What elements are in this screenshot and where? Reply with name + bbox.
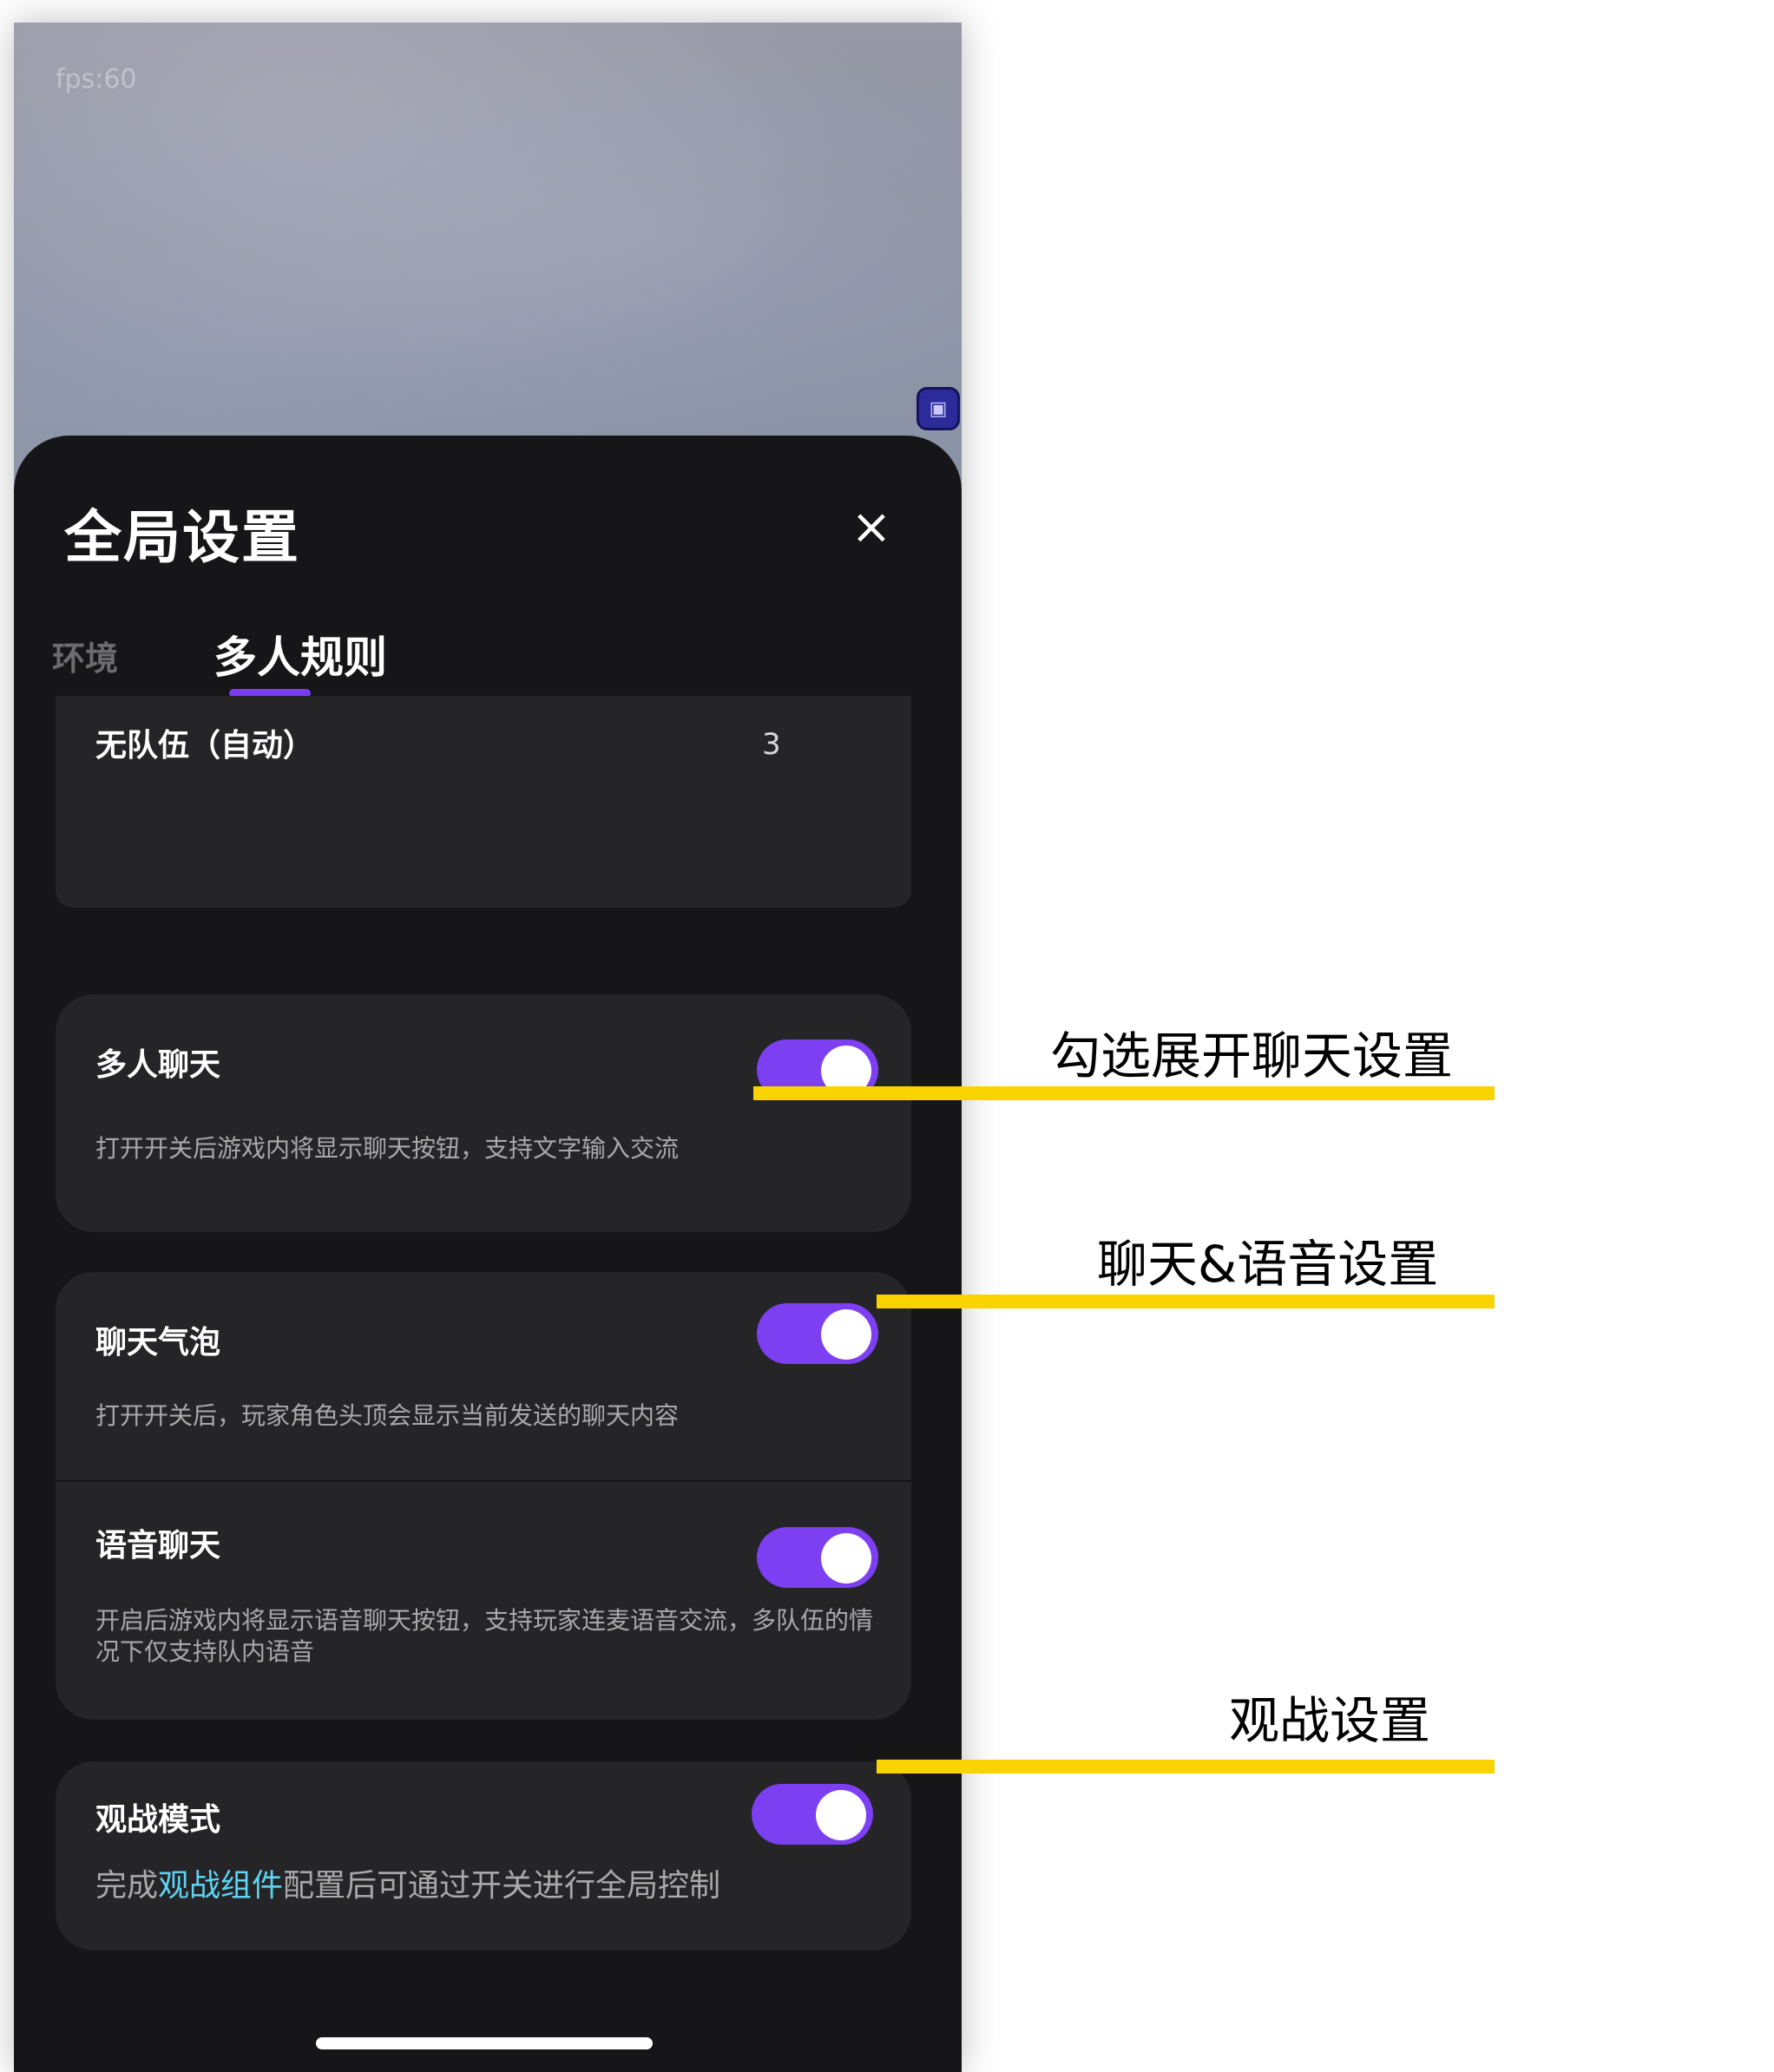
spectator-mode-toggle[interactable]	[752, 1784, 873, 1845]
close-icon[interactable]: ×	[845, 502, 897, 554]
toggle-knob	[821, 1309, 871, 1360]
phone-screen: fps:60 ▣ 全局设置 × 环境 多人规则 无队伍（自动） 3 多人聊天 打…	[14, 23, 962, 2072]
setting-description: 打开开关后，玩家角色头顶会显示当前发送的聊天内容	[95, 1401, 680, 1430]
annotation-label: 聊天&语音设置	[1097, 1235, 1439, 1294]
annotation-line	[877, 1760, 1495, 1774]
page-title: 全局设置	[64, 504, 300, 571]
tab-multiplayer-rules[interactable]: 多人规则	[214, 623, 387, 685]
toggle-knob	[821, 1533, 871, 1584]
annotation-label: 观战设置	[1229, 1691, 1431, 1750]
chat-voice-card: 聊天气泡 打开开关后，玩家角色头顶会显示当前发送的聊天内容 语音聊天 开启后游戏…	[56, 1272, 911, 1720]
game-scene-background: fps:60 ▣	[14, 23, 962, 491]
team-label: 无队伍（自动）	[95, 728, 315, 764]
setting-title: 观战模式	[95, 1802, 221, 1838]
spectator-component-link[interactable]: 观战组件	[158, 1868, 283, 1904]
desc-text: 完成	[95, 1868, 159, 1904]
annotation-line	[753, 1086, 1495, 1100]
setting-title: 聊天气泡	[95, 1325, 221, 1361]
team-card: 无队伍（自动） 3	[56, 696, 911, 908]
chat-bubble-toggle[interactable]	[757, 1303, 878, 1364]
setting-title: 多人聊天	[95, 1047, 221, 1083]
divider	[56, 1480, 911, 1482]
setting-description: 完成观战组件配置后可通过开关进行全局控制	[95, 1867, 877, 1905]
global-settings-sheet: 全局设置 × 环境 多人规则 无队伍（自动） 3 多人聊天 打开开关后游戏内将显…	[14, 436, 962, 2072]
tab-environment[interactable]: 环境	[52, 632, 118, 679]
setting-title: 语音聊天	[95, 1528, 221, 1564]
team-count: 3	[762, 727, 781, 762]
spectator-card: 观战模式 完成观战组件配置后可通过开关进行全局控制	[56, 1761, 911, 1951]
voice-chat-toggle[interactable]	[757, 1527, 878, 1588]
home-indicator	[316, 2037, 653, 2049]
annotation-line	[877, 1295, 1495, 1308]
setting-description: 开启后游戏内将显示语音聊天按钮，支持玩家连麦语音交流，多队伍的情况下仅支持队内语…	[95, 1606, 874, 1666]
setting-description: 打开开关后游戏内将显示聊天按钮，支持文字输入交流	[95, 1134, 680, 1163]
annotation-label: 勾选展开聊天设置	[1050, 1026, 1454, 1085]
fps-counter: fps:60	[56, 64, 137, 95]
desc-text: 配置后可通过开关进行全局控制	[283, 1868, 721, 1904]
multiplayer-chat-card: 多人聊天 打开开关后游戏内将显示聊天按钮，支持文字输入交流	[56, 994, 911, 1232]
toggle-knob	[816, 1790, 866, 1840]
floating-chat-icon[interactable]: ▣	[917, 387, 960, 430]
